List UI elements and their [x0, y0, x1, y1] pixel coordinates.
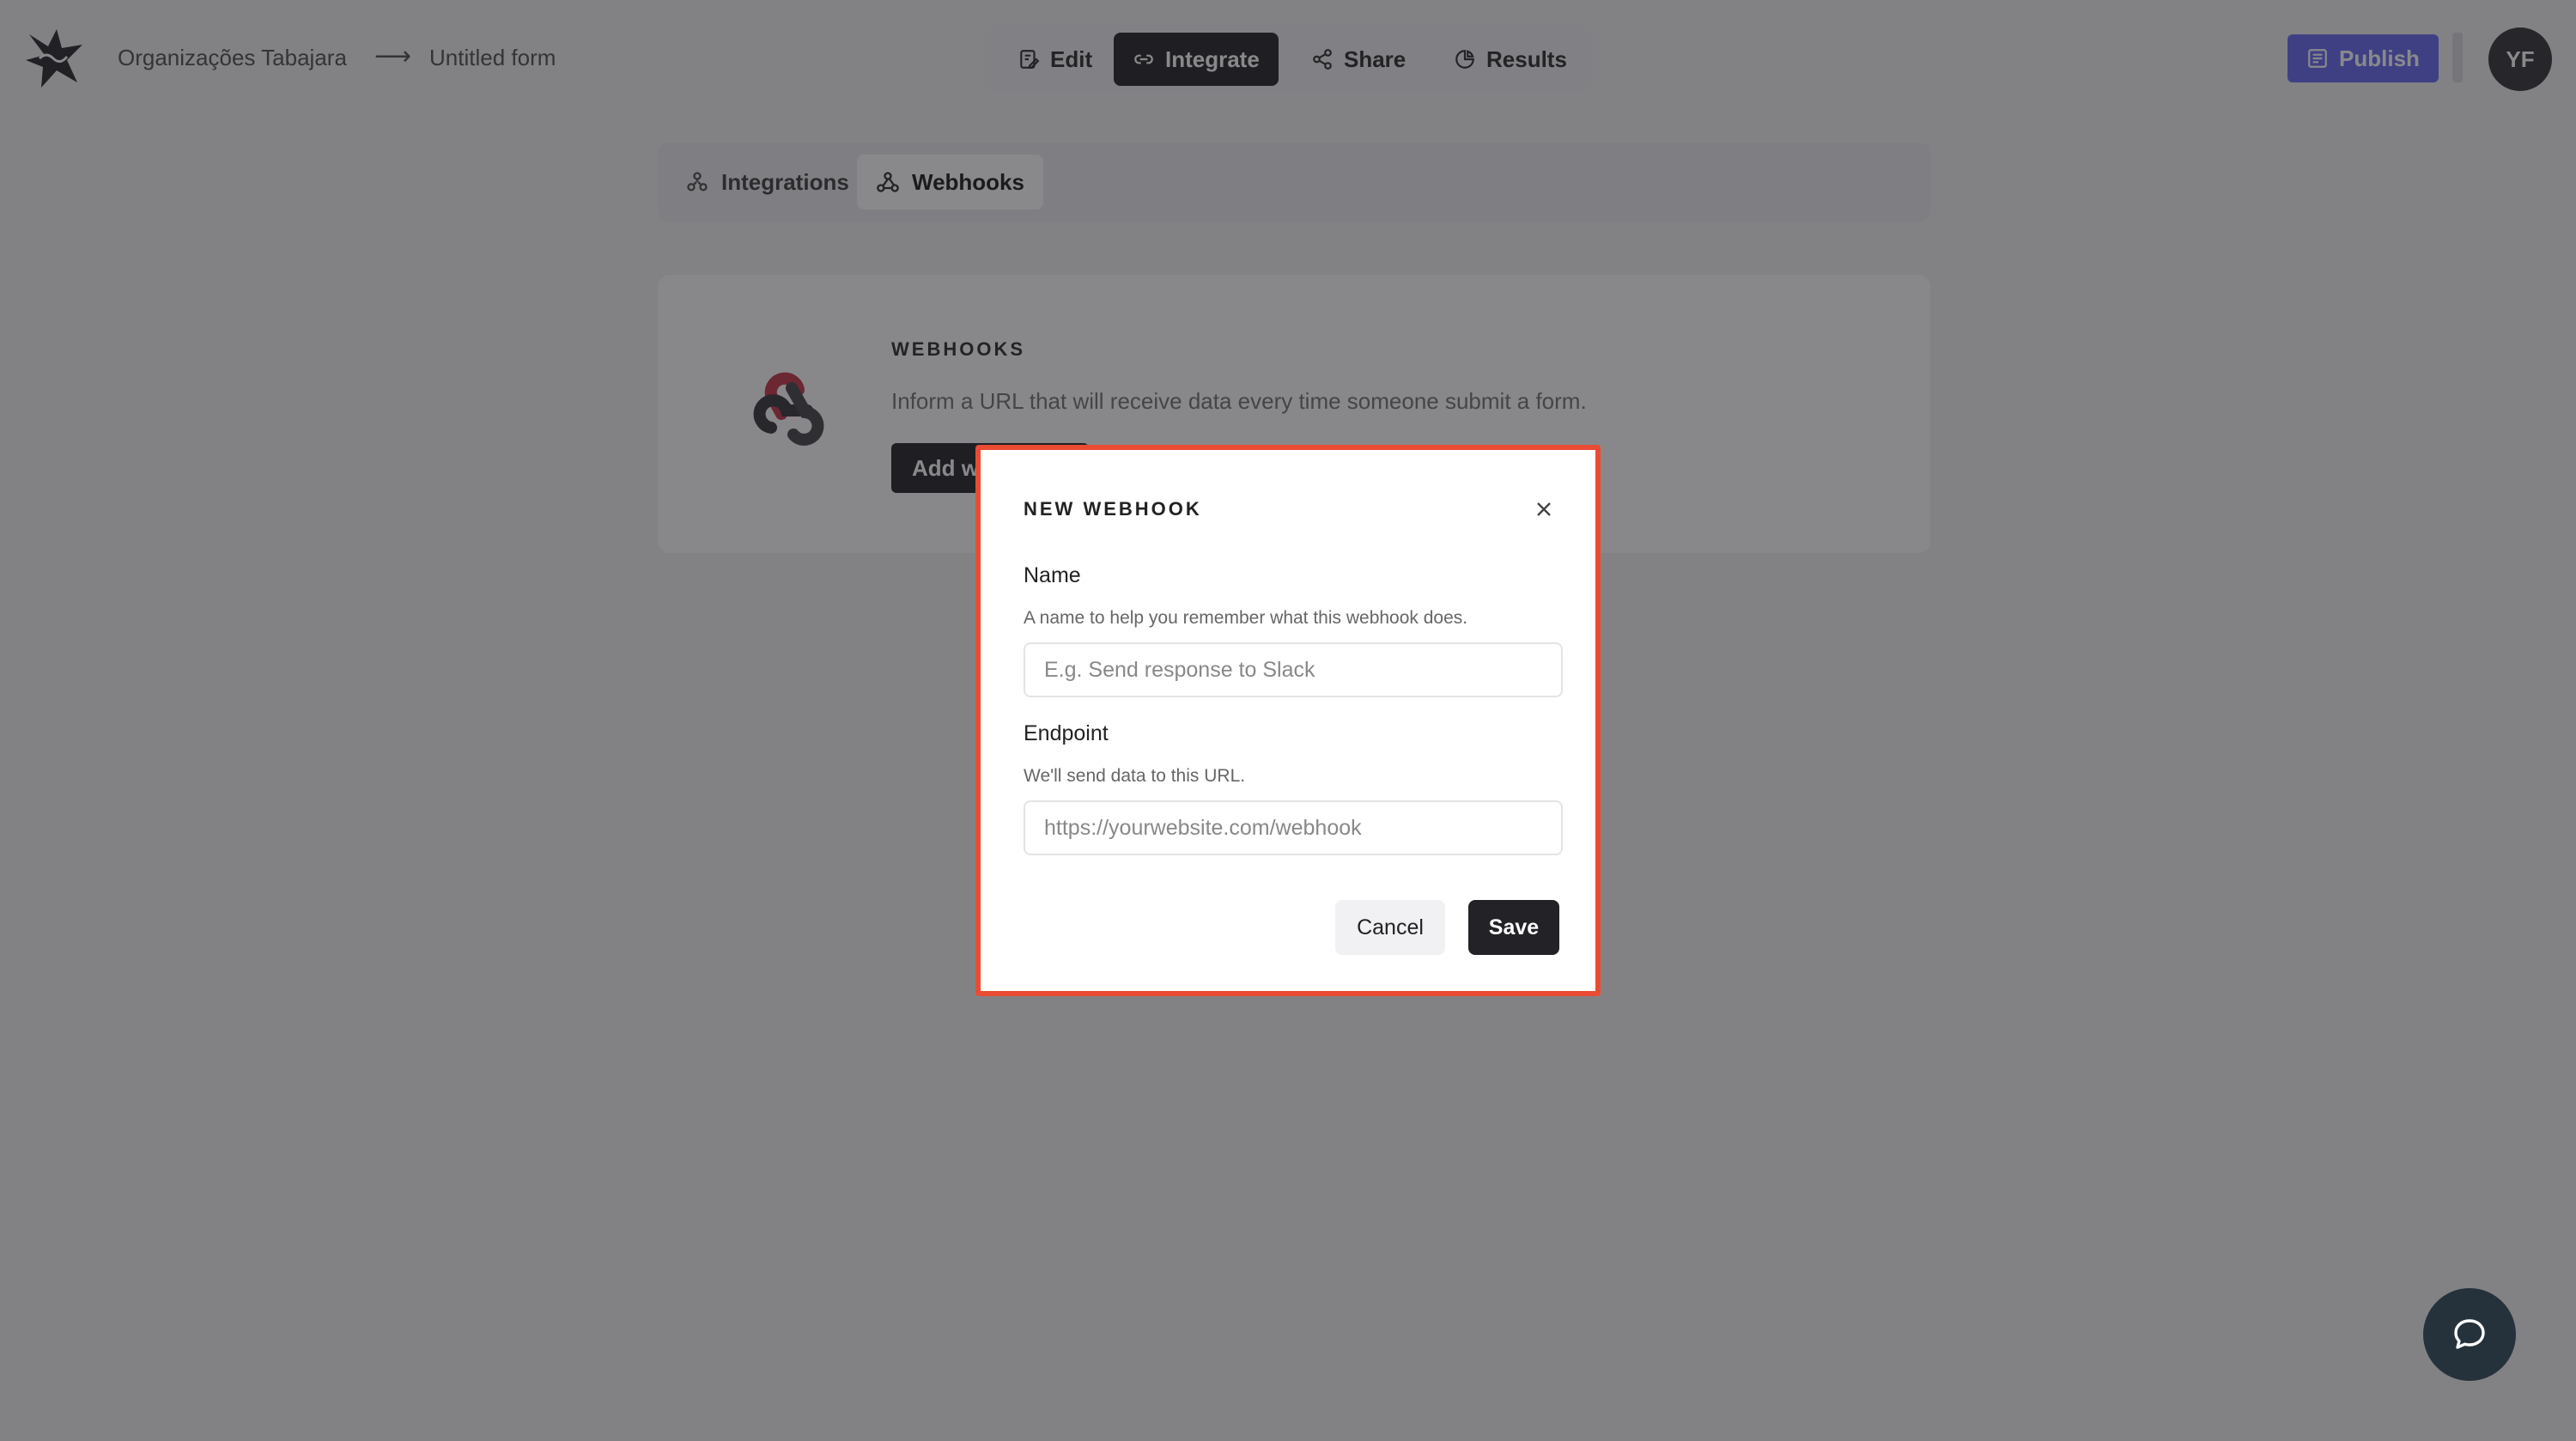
endpoint-help-text: We'll send data to this URL. [1024, 766, 1246, 786]
endpoint-label: Endpoint [1024, 721, 1109, 745]
app-root: Organizações Tabajara ⟶ Untitled form Ed… [0, 0, 2576, 1441]
chat-bubble-icon [2454, 1319, 2485, 1349]
dialog-body: NEW WEBHOOK Name A name to help you reme… [981, 450, 1595, 991]
endpoint-input[interactable] [1024, 800, 1563, 855]
new-webhook-dialog: NEW WEBHOOK Name A name to help you reme… [975, 445, 1601, 996]
name-help-text: A name to help you remember what this we… [1024, 608, 1468, 628]
dialog-title: NEW WEBHOOK [1024, 498, 1202, 520]
chat-launcher-button[interactable] [2423, 1288, 2516, 1381]
name-label: Name [1024, 563, 1081, 587]
name-input[interactable] [1024, 642, 1563, 697]
save-button[interactable]: Save [1468, 900, 1559, 955]
close-button[interactable] [1528, 495, 1559, 526]
cancel-button[interactable]: Cancel [1335, 900, 1445, 955]
close-icon [1537, 502, 1551, 516]
